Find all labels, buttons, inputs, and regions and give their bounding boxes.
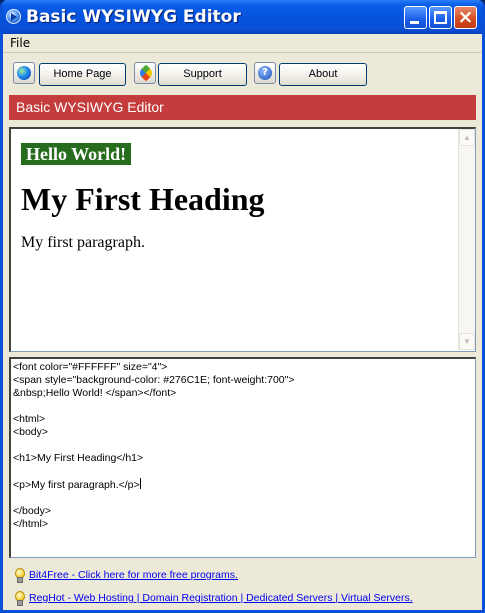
minimize-icon	[410, 21, 419, 24]
lightbulb-icon	[14, 591, 25, 606]
source-text[interactable]: <font color="#FFFFFF" size="4"> <span sty…	[13, 361, 471, 531]
source-line: </body>	[13, 505, 51, 517]
support-button[interactable]: Support	[158, 63, 247, 86]
footer: Bit4Free - Click here for more free prog…	[3, 560, 482, 610]
text-caret	[139, 478, 141, 489]
source-line: <p>My first paragraph.</p>	[13, 478, 141, 491]
html-source-editor[interactable]: <font color="#FFFFFF" size="4"> <span sty…	[9, 357, 476, 558]
minimize-button[interactable]	[404, 6, 427, 29]
home-page-button[interactable]: Home Page	[39, 63, 126, 86]
window-title: Basic WYSIWYG Editor	[26, 7, 241, 27]
reghot-link-text[interactable]: RegHot - Web Hosting | Domain Registrati…	[29, 592, 413, 604]
editor-window: Basic WYSIWYG Editor × File Home Page Su…	[0, 0, 485, 613]
heart-icon[interactable]	[134, 62, 156, 84]
source-line: <span style="background-color: #276C1E; …	[13, 374, 295, 386]
hello-world-text: Hello World!	[21, 143, 132, 165]
preview-content: Hello World! My First Heading My first p…	[21, 143, 265, 253]
help-icon[interactable]: ?	[254, 62, 276, 84]
preview-paragraph: My first paragraph.	[21, 234, 145, 251]
bit4free-link-text[interactable]: Bit4Free - Click here for more free prog…	[29, 569, 238, 581]
source-line: <font color="#FFFFFF" size="4">	[13, 361, 168, 373]
toolbar: Home Page Support ? About	[3, 54, 482, 94]
reghot-link[interactable]: RegHot - Web Hosting | Domain Registrati…	[14, 591, 413, 606]
source-line: <html>	[13, 413, 46, 425]
maximize-button[interactable]	[429, 6, 452, 29]
globe-icon-glyph	[17, 66, 31, 80]
header-banner: Basic WYSIWYG Editor	[9, 95, 476, 120]
source-line: </html>	[13, 518, 49, 530]
title-bar[interactable]: Basic WYSIWYG Editor ×	[3, 0, 482, 34]
menu-bar: File	[3, 34, 482, 53]
menu-file[interactable]: File	[10, 36, 30, 50]
source-line: <body>	[13, 426, 49, 438]
about-button[interactable]: About	[279, 63, 367, 86]
source-line: &nbsp;Hello World! </span></font>	[13, 387, 177, 399]
heart-icon-glyph	[137, 64, 155, 82]
source-line	[13, 400, 471, 413]
maximize-icon	[434, 11, 447, 24]
help-icon-glyph: ?	[258, 66, 272, 80]
scroll-up-arrow-icon[interactable]: ▲	[459, 129, 475, 146]
close-button[interactable]: ×	[454, 6, 477, 29]
preview-heading: My First Heading	[21, 181, 265, 217]
lightbulb-icon	[14, 568, 25, 583]
source-line	[13, 465, 471, 478]
wysiwyg-preview[interactable]: Hello World! My First Heading My first p…	[9, 127, 476, 352]
source-line: <h1>My First Heading</h1>	[13, 452, 144, 464]
globe-icon[interactable]	[13, 62, 35, 84]
preview-scrollbar[interactable]: ▲ ▼	[458, 129, 475, 350]
source-line	[13, 492, 471, 505]
app-arrow-icon[interactable]	[6, 9, 21, 24]
source-line	[13, 439, 471, 452]
scroll-down-arrow-icon[interactable]: ▼	[459, 333, 475, 350]
bit4free-link[interactable]: Bit4Free - Click here for more free prog…	[14, 568, 238, 583]
close-icon: ×	[457, 6, 474, 28]
